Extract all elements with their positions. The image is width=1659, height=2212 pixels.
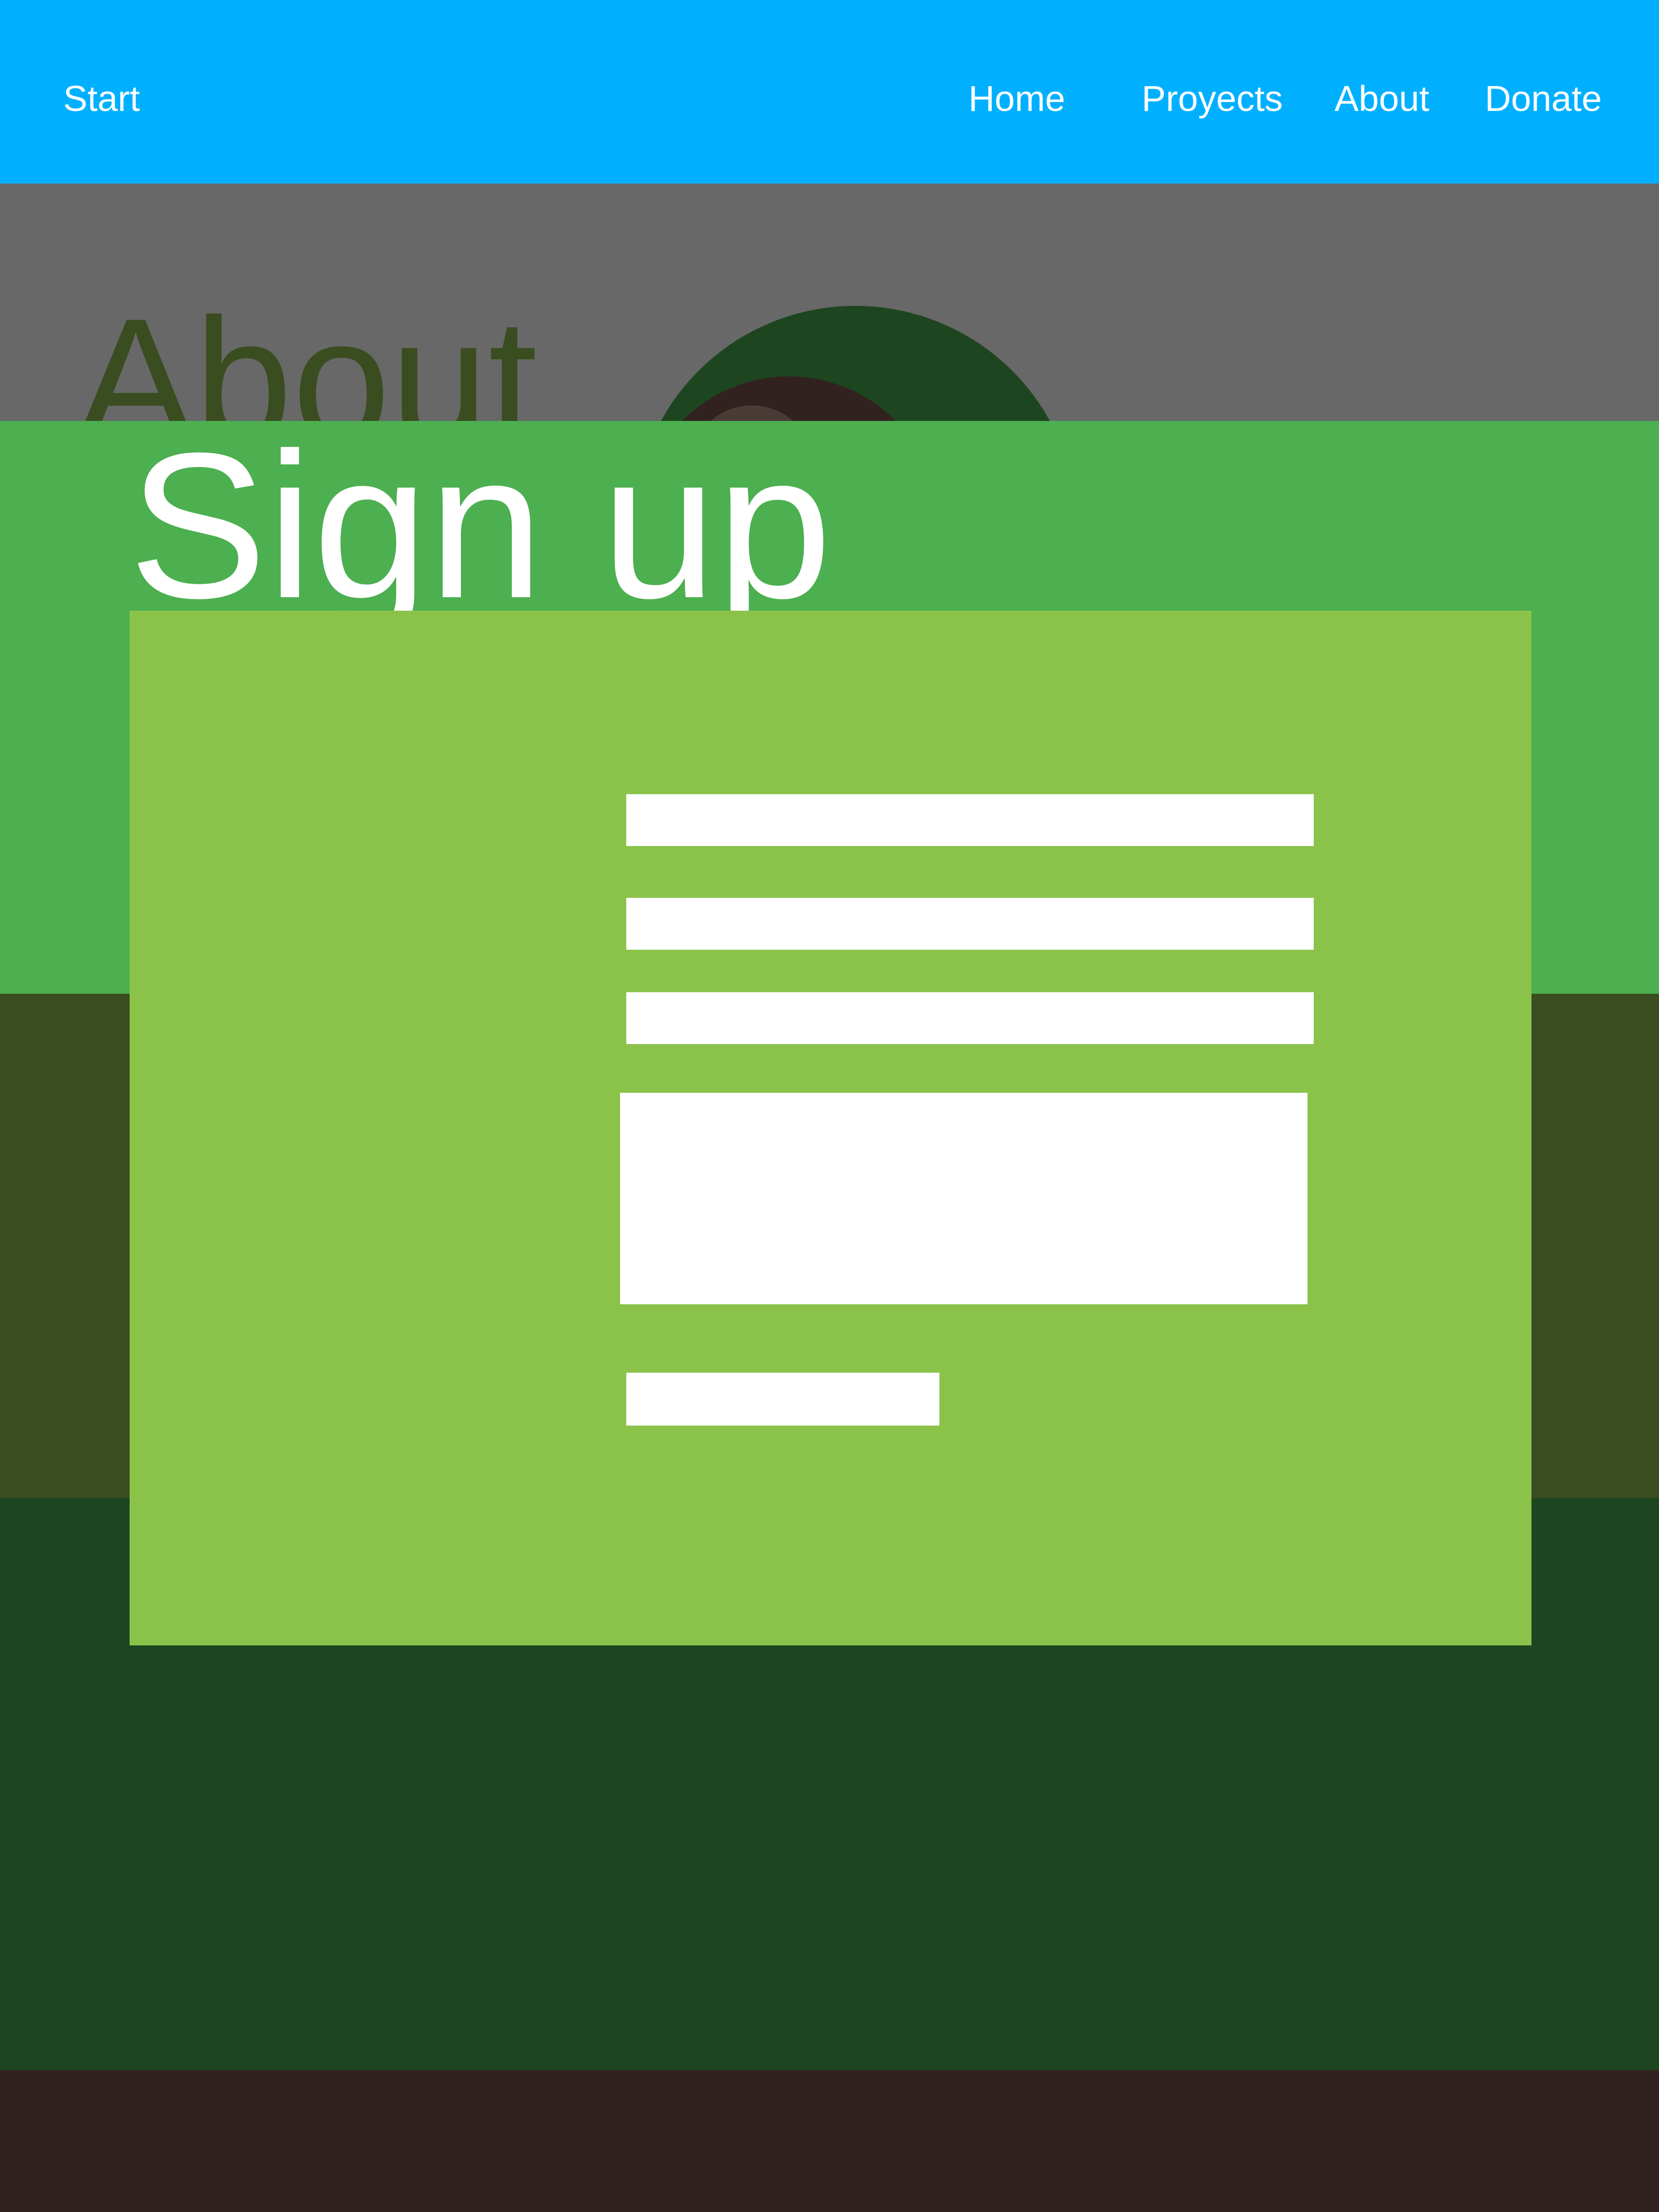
about-heading: About: [77, 282, 538, 421]
signup-form-card: [130, 611, 1531, 1645]
about-section: About: [0, 184, 1659, 421]
signup-submit-button[interactable]: [626, 1373, 939, 1426]
signup-heading: Sign up: [129, 410, 832, 641]
signup-field-2[interactable]: [626, 898, 1314, 950]
signup-message-field[interactable]: [620, 1093, 1307, 1304]
nav-donate-link[interactable]: Donate: [1485, 73, 1602, 124]
nav-start-link[interactable]: Start: [63, 73, 140, 124]
footer: [0, 2070, 1659, 2212]
signup-field-1[interactable]: [626, 794, 1314, 846]
navbar: Start Home Proyects About Donate: [0, 0, 1659, 184]
nav-home-link[interactable]: Home: [968, 73, 1065, 124]
signup-field-3[interactable]: [626, 992, 1314, 1044]
nav-proyects-link[interactable]: Proyects: [1142, 73, 1283, 124]
nav-about-link[interactable]: About: [1334, 73, 1429, 124]
